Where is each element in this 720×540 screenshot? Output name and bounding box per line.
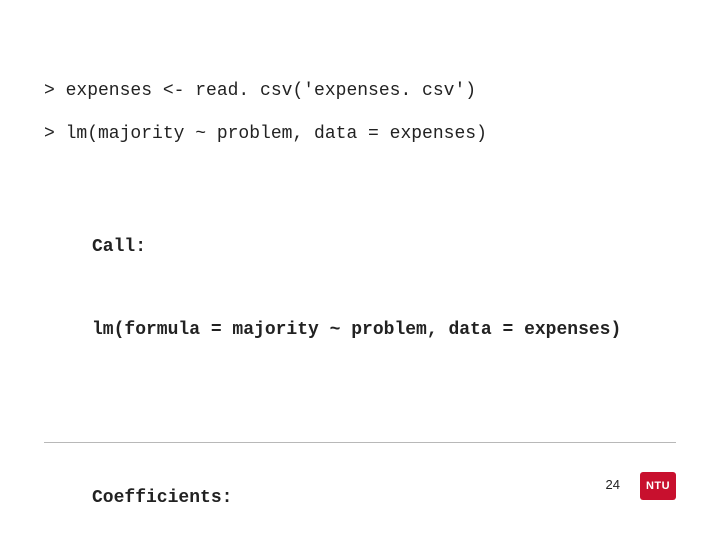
output-call-formula: lm(formula = majority ~ problem, data = … <box>92 317 676 345</box>
ntu-logo: NTU <box>640 472 676 500</box>
r-input-line-1: > expenses <- read. csv('expenses. csv') <box>44 78 676 105</box>
r-input-line-2: > lm(majority ~ problem, data = expenses… <box>44 121 676 148</box>
slide: > expenses <- read. csv('expenses. csv')… <box>0 0 720 540</box>
ntu-logo-text: NTU <box>646 480 670 492</box>
footer-divider <box>44 442 676 443</box>
output-blank-1 <box>92 401 676 429</box>
slide-footer: 24 NTU <box>44 464 676 494</box>
page-number: 24 <box>606 477 620 492</box>
output-call-label: Call: <box>92 234 676 262</box>
